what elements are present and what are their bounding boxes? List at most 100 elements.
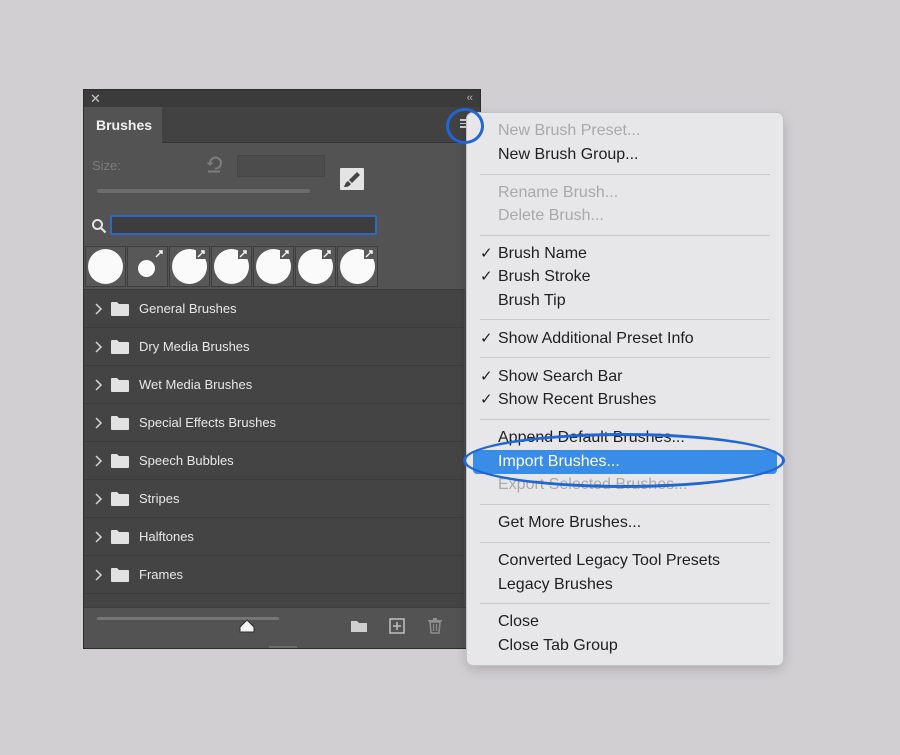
recent-brush-tip[interactable] xyxy=(253,246,294,287)
menu-item-brush-name[interactable]: ✓ Brush Name xyxy=(467,242,783,266)
checkmark-icon: ✓ xyxy=(480,368,493,385)
brush-stroke-icon xyxy=(238,249,248,259)
brush-group-row[interactable]: Speech Bubbles xyxy=(84,442,480,480)
reset-size-icon[interactable] xyxy=(205,154,225,174)
brush-group-row[interactable]: Frames xyxy=(84,556,480,594)
menu-item-label: New Brush Group... xyxy=(498,146,639,163)
checkmark-icon: ✓ xyxy=(480,391,493,408)
brush-group-label: Special Effects Brushes xyxy=(139,415,277,430)
chevron-right-icon[interactable] xyxy=(93,340,103,354)
menu-item-converted-legacy-tool-presets[interactable]: Converted Legacy Tool Presets xyxy=(467,549,783,573)
menu-item-label: Close xyxy=(498,613,539,630)
tab-brushes[interactable]: Brushes xyxy=(84,107,162,143)
recent-brush-tip[interactable] xyxy=(337,246,378,287)
chevron-right-icon[interactable] xyxy=(93,530,103,544)
brush-group-row[interactable]: General Brushes xyxy=(84,290,480,328)
new-group-folder-icon[interactable] xyxy=(350,617,368,635)
brush-group-label: Speech Bubbles xyxy=(139,453,234,468)
menu-item-label: Show Search Bar xyxy=(498,368,623,385)
brush-settings-icon[interactable] xyxy=(340,168,364,190)
size-label: Size: xyxy=(92,158,121,173)
recent-brush-tip[interactable] xyxy=(85,246,126,287)
menu-item-label: Brush Stroke xyxy=(498,268,591,285)
brushes-panel-flyout-menu: New Brush Preset... New Brush Group... R… xyxy=(467,113,783,665)
panel-resize-grip[interactable] xyxy=(269,646,297,648)
menu-item-label: Brush Name xyxy=(498,245,587,262)
size-slider[interactable] xyxy=(97,189,310,193)
recent-brushes xyxy=(84,243,480,289)
menu-separator xyxy=(480,319,770,320)
new-brush-icon[interactable] xyxy=(388,617,406,635)
menu-item-show-additional-preset-info[interactable]: ✓ Show Additional Preset Info xyxy=(467,327,783,351)
brush-group-row[interactable]: Stripes xyxy=(84,480,480,518)
folder-icon xyxy=(111,416,129,430)
brush-group-row[interactable]: Wet Media Brushes xyxy=(84,366,480,404)
brush-groups-list: General Brushes Dry Media Brushes Wet Me… xyxy=(84,289,480,607)
menu-item-rename-brush: Rename Brush... xyxy=(467,181,783,205)
recent-brush-tip[interactable] xyxy=(295,246,336,287)
brush-group-row[interactable]: Special Effects Brushes xyxy=(84,404,480,442)
menu-separator xyxy=(480,504,770,505)
menu-item-label: Brush Tip xyxy=(498,292,566,309)
brush-group-label: General Brushes xyxy=(139,301,237,316)
brush-group-row[interactable]: Halftones xyxy=(84,518,480,556)
brush-stroke-icon xyxy=(364,249,374,259)
recent-brush-tip[interactable] xyxy=(169,246,210,287)
chevron-right-icon[interactable] xyxy=(93,492,103,506)
annotation-ellipse xyxy=(463,433,785,488)
checkmark-icon: ✓ xyxy=(480,330,493,347)
brushes-panel: ✕ ‹‹ Brushes Size: General Brushes Dry M… xyxy=(83,89,481,649)
trash-icon[interactable] xyxy=(426,617,444,635)
panel-title-bar: ✕ ‹‹ xyxy=(84,90,480,107)
menu-item-delete-brush: Delete Brush... xyxy=(467,204,783,228)
menu-item-close[interactable]: Close xyxy=(467,610,783,634)
menu-item-brush-tip[interactable]: Brush Tip xyxy=(467,289,783,313)
folder-icon xyxy=(111,492,129,506)
checkmark-icon: ✓ xyxy=(480,268,493,285)
menu-item-legacy-brushes[interactable]: Legacy Brushes xyxy=(467,573,783,597)
folder-icon xyxy=(111,530,129,544)
menu-item-label: Legacy Brushes xyxy=(498,576,613,593)
menu-item-brush-stroke[interactable]: ✓ Brush Stroke xyxy=(467,265,783,289)
annotation-circle xyxy=(446,108,484,144)
menu-separator xyxy=(480,603,770,604)
collapse-panel-icon[interactable]: ‹‹ xyxy=(467,91,473,106)
brush-group-row[interactable]: Dry Media Brushes xyxy=(84,328,480,366)
menu-item-label: Show Recent Brushes xyxy=(498,391,657,408)
menu-item-show-recent-brushes[interactable]: ✓ Show Recent Brushes xyxy=(467,388,783,412)
menu-item-get-more-brushes[interactable]: Get More Brushes... xyxy=(467,511,783,535)
brush-stroke-icon xyxy=(322,249,332,259)
slider-thumb-icon[interactable] xyxy=(239,619,255,633)
brush-stroke-icon xyxy=(196,249,206,259)
menu-item-show-search-bar[interactable]: ✓ Show Search Bar xyxy=(467,365,783,389)
menu-item-label: New Brush Preset... xyxy=(498,122,641,139)
search-input[interactable] xyxy=(110,215,377,235)
menu-item-new-brush-group[interactable]: New Brush Group... xyxy=(467,143,783,167)
menu-item-close-tab-group[interactable]: Close Tab Group xyxy=(467,634,783,658)
chevron-right-icon[interactable] xyxy=(93,568,103,582)
folder-icon xyxy=(111,454,129,468)
brush-group-label: Wet Media Brushes xyxy=(139,377,253,392)
menu-separator xyxy=(480,419,770,420)
size-field[interactable] xyxy=(237,155,325,177)
folder-icon xyxy=(111,568,129,582)
menu-separator xyxy=(480,542,770,543)
recent-brush-tip[interactable] xyxy=(211,246,252,287)
panel-footer xyxy=(84,607,480,648)
menu-item-label: Close Tab Group xyxy=(498,637,618,654)
folder-icon xyxy=(111,302,129,316)
menu-separator xyxy=(480,235,770,236)
brush-stroke-icon xyxy=(280,249,290,259)
chevron-right-icon[interactable] xyxy=(93,378,103,392)
menu-item-label: Get More Brushes... xyxy=(498,514,642,531)
chevron-right-icon[interactable] xyxy=(93,416,103,430)
close-panel-icon[interactable]: ✕ xyxy=(90,91,101,106)
chevron-right-icon[interactable] xyxy=(93,454,103,468)
menu-item-label: Show Additional Preset Info xyxy=(498,330,694,347)
recent-brush-tip[interactable] xyxy=(127,246,168,287)
brush-stroke-icon xyxy=(155,250,163,258)
brush-group-label: Dry Media Brushes xyxy=(139,339,250,354)
chevron-right-icon[interactable] xyxy=(93,302,103,316)
brush-group-label: Stripes xyxy=(139,491,180,506)
menu-item-label: Rename Brush... xyxy=(498,184,619,201)
